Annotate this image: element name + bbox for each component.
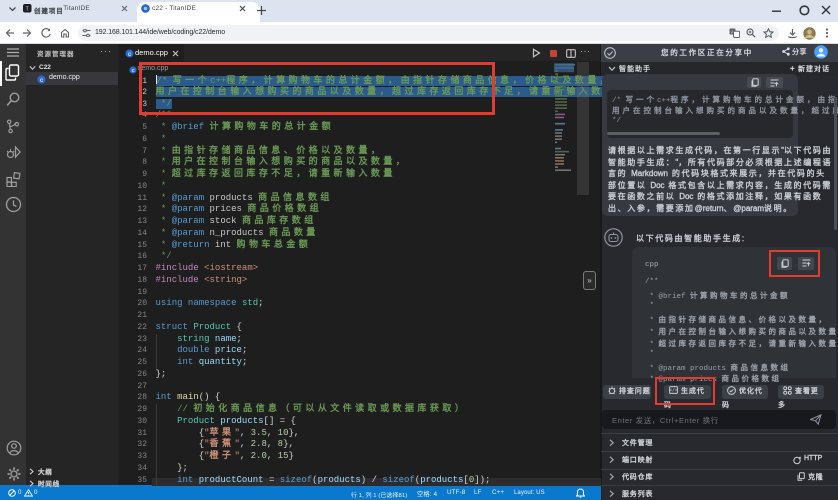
svg-text:c: c xyxy=(131,68,134,74)
svg-text:T: T xyxy=(26,6,29,12)
